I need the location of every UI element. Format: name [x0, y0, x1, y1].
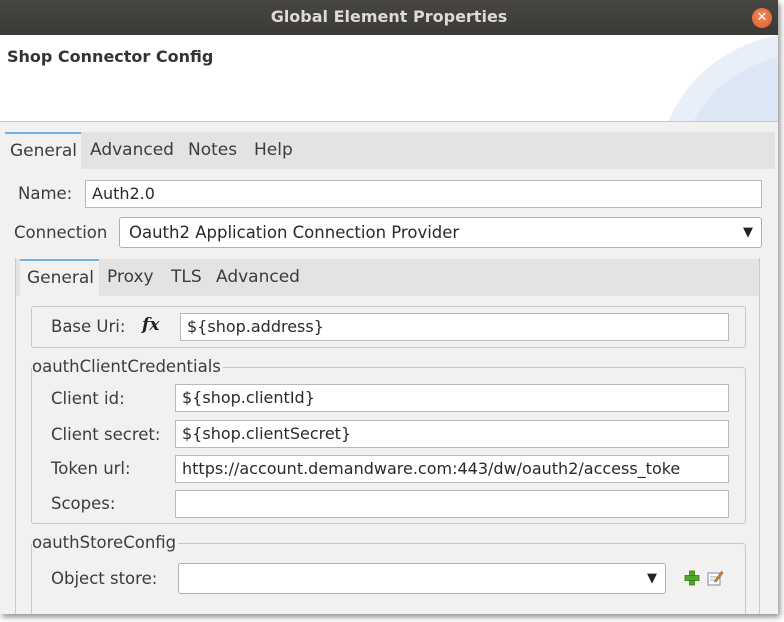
- expression-icon[interactable]: fx: [142, 315, 159, 335]
- edit-icon[interactable]: [706, 569, 724, 587]
- object-store-label: Object store:: [51, 569, 158, 588]
- outer-tab-bar: General Advanced Notes Help: [5, 132, 775, 169]
- chevron-down-icon: ▼: [743, 225, 753, 240]
- inner-tab-general[interactable]: General: [20, 259, 99, 296]
- client-secret-label: Client secret:: [51, 425, 161, 444]
- scopes-input[interactable]: [175, 490, 729, 518]
- inner-tab-advanced[interactable]: Advanced: [216, 259, 300, 296]
- client-secret-input[interactable]: ${shop.clientSecret}: [175, 420, 729, 448]
- token-url-input[interactable]: https://account.demandware.com:443/dw/oa…: [175, 455, 729, 483]
- header-banner-icon: [668, 35, 778, 121]
- connection-value: Oauth2 Application Connection Provider: [129, 223, 460, 242]
- inner-tab-proxy[interactable]: Proxy: [107, 259, 154, 296]
- global-element-properties-dialog: Global Element Properties ✕ Shop Connect…: [0, 0, 778, 614]
- connection-label: Connection: [14, 223, 108, 242]
- tab-advanced[interactable]: Advanced: [90, 132, 174, 169]
- base-uri-input[interactable]: ${shop.address}: [180, 313, 729, 341]
- dialog-header: Shop Connector Config: [0, 35, 778, 122]
- title-bar: Global Element Properties ✕: [0, 0, 778, 35]
- window-title: Global Element Properties: [270, 7, 508, 26]
- client-credentials-legend: oauthClientCredentials: [32, 357, 223, 376]
- tab-help[interactable]: Help: [254, 132, 293, 169]
- name-label: Name:: [18, 184, 73, 203]
- chevron-down-icon: ▼: [647, 571, 657, 586]
- base-uri-label: Base Uri:: [51, 317, 126, 336]
- name-input[interactable]: Auth2.0: [85, 180, 762, 208]
- client-id-label: Client id:: [51, 389, 125, 408]
- client-id-input[interactable]: ${shop.clientId}: [175, 384, 729, 412]
- close-icon[interactable]: ✕: [752, 8, 772, 28]
- scopes-label: Scopes:: [51, 494, 116, 513]
- connection-select[interactable]: Oauth2 Application Connection Provider ▼: [119, 217, 762, 248]
- store-config-legend: oauthStoreConfig: [32, 533, 179, 552]
- add-icon[interactable]: [683, 569, 701, 587]
- inner-tab-tls[interactable]: TLS: [171, 259, 202, 296]
- tab-general[interactable]: General: [5, 132, 81, 169]
- object-store-select[interactable]: ▼: [178, 563, 666, 594]
- tab-notes[interactable]: Notes: [188, 132, 237, 169]
- header-title: Shop Connector Config: [7, 47, 214, 66]
- token-url-label: Token url:: [51, 459, 131, 478]
- inner-tab-bar: General Proxy TLS Advanced: [16, 259, 759, 296]
